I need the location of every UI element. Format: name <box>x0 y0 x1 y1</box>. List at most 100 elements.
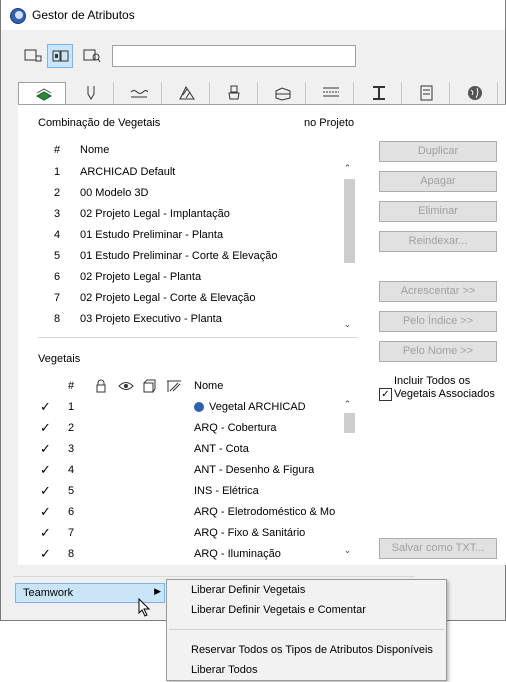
show-checkmark-icon[interactable]: ✓ <box>40 420 51 436</box>
row-number: 6 <box>68 506 75 518</box>
attribute-manager-window: Gestor de Atributos Combinação de Vegeta… <box>0 0 506 621</box>
append-button[interactable]: Acrescentar >> <box>379 281 497 302</box>
row-name: 02 Projeto Legal - Implantação <box>80 208 230 220</box>
list-item[interactable]: 2 00 Modelo 3D <box>38 184 342 205</box>
row-name: 01 Estudo Preliminar - Planta <box>80 229 224 241</box>
scroll-up-arrow[interactable]: ⌃ <box>342 399 353 410</box>
menu-item-release-layers[interactable]: Liberar Definir Vegetais <box>191 584 305 596</box>
duplicate-button[interactable]: Duplicar <box>379 141 497 162</box>
table-row[interactable]: ✓ 6 ARQ - Eletrodoméstico & Mo <box>38 503 342 524</box>
document-icon <box>420 85 433 101</box>
table-row[interactable]: ✓ 7 ARQ - Fixo & Sanitário <box>38 524 342 545</box>
row-number: 7 <box>68 527 75 539</box>
mouse-cursor-icon <box>138 598 151 617</box>
list-item[interactable]: 4 01 Estudo Preliminar - Planta <box>38 226 342 247</box>
show-checkmark-icon[interactable]: ✓ <box>40 504 51 520</box>
tab-layers[interactable] <box>18 82 66 105</box>
dual-list-view-button[interactable] <box>47 44 73 68</box>
table-row[interactable]: ✓ 1 Vegetal ARCHICAD <box>38 398 342 419</box>
list-item[interactable]: 3 02 Projeto Legal - Implantação <box>38 205 342 226</box>
column-header-number: # <box>54 144 61 156</box>
list-item[interactable]: 6 02 Projeto Legal - Planta <box>38 268 342 289</box>
single-list-view-icon <box>24 49 42 62</box>
single-list-view-button[interactable] <box>20 44 46 68</box>
tab-surfaces[interactable] <box>210 82 258 104</box>
list-item[interactable]: 7 02 Projeto Legal - Corte & Elevação <box>38 289 342 310</box>
show-checkmark-icon[interactable]: ✓ <box>40 441 51 457</box>
show-checkmark-icon[interactable]: ✓ <box>40 483 51 499</box>
tab-building-materials[interactable] <box>258 82 306 104</box>
delete-button[interactable]: Apagar <box>379 171 497 192</box>
tab-composites[interactable] <box>306 82 354 104</box>
show-checkmark-icon[interactable]: ✓ <box>40 399 51 415</box>
combinations-list[interactable]: # Nome 1 ARCHICAD Default 2 00 Modelo 3D 3 02… <box>38 139 358 335</box>
row-number: 2 <box>54 187 61 199</box>
row-name: Vegetal ARCHICAD <box>209 401 306 413</box>
material-icon <box>228 85 240 100</box>
details-view-icon <box>83 49 101 63</box>
row-number: 6 <box>54 271 61 283</box>
tab-locations[interactable] <box>450 82 498 104</box>
tab-pens[interactable] <box>66 82 114 104</box>
tab-fills[interactable] <box>162 82 210 104</box>
by-name-button[interactable]: Pelo Nome >> <box>379 341 497 362</box>
row-number: 3 <box>54 208 61 220</box>
reindex-button[interactable]: Reindexar... <box>379 231 497 252</box>
layers-list[interactable]: # Nome ✓ 1 Vegetal ARCHICAD ✓ 2 ARQ - Cobertu… <box>38 377 358 563</box>
details-view-button[interactable] <box>79 44 105 68</box>
show-checkmark-icon[interactable]: ✓ <box>40 546 51 562</box>
by-index-button[interactable]: Pelo Índice >> <box>379 311 497 332</box>
list-item[interactable]: 8 03 Projeto Executivo - Planta <box>38 310 342 331</box>
tab-markups[interactable] <box>402 82 450 104</box>
archicad-layer-icon <box>194 402 204 412</box>
table-row[interactable]: ✓ 8 ARQ - Iluminação <box>38 545 342 566</box>
row-name: ARQ - Iluminação <box>194 548 281 560</box>
column-header-name: Nome <box>194 380 224 392</box>
menu-item-reserve-all[interactable]: Reservar Todos os Tipos de Atributos Dis… <box>191 644 433 656</box>
building-material-icon <box>275 87 291 101</box>
row-number: 4 <box>54 229 61 241</box>
chevron-right-icon: ▶ <box>154 586 161 596</box>
row-name: 02 Projeto Legal - Planta <box>80 271 202 283</box>
scrollbar-thumb[interactable] <box>344 179 355 263</box>
eliminate-button[interactable]: Eliminar <box>379 201 497 222</box>
scroll-down-arrow[interactable]: ⌄ <box>342 319 353 330</box>
column-header-number: # <box>68 380 75 392</box>
row-number: 5 <box>68 485 75 497</box>
table-row[interactable]: ✓ 3 ANT - Cota <box>38 440 342 461</box>
include-associated-checkbox[interactable]: ✓ <box>379 388 392 401</box>
include-associated-label-line2: Vegetais Associados <box>394 388 495 400</box>
lock-icon <box>96 379 106 393</box>
teamwork-label: Teamwork <box>23 587 74 599</box>
menu-item-release-all[interactable]: Liberar Todos <box>191 664 257 676</box>
combinations-label: Combinação de Vegetais <box>38 117 161 129</box>
divider <box>38 337 358 338</box>
row-name: 00 Modelo 3D <box>80 187 149 199</box>
tab-line-types[interactable] <box>114 82 162 104</box>
scrollbar-thumb[interactable] <box>344 413 355 433</box>
scroll-down-arrow[interactable]: ⌄ <box>342 545 353 556</box>
row-number: 8 <box>68 548 75 560</box>
line-type-icon <box>130 90 148 98</box>
table-row[interactable]: ✓ 5 INS - Elétrica <box>38 482 342 503</box>
list-item[interactable]: 5 01 Estudo Preliminar - Corte & Elevação <box>38 247 342 268</box>
teamwork-context-menu: Liberar Definir Vegetais Liberar Definir… <box>166 579 447 681</box>
row-name: 02 Projeto Legal - Corte & Elevação <box>80 292 256 304</box>
row-name: 03 Projeto Executivo - Planta <box>80 313 222 325</box>
tab-profiles[interactable] <box>354 82 402 104</box>
globe-icon <box>468 86 482 100</box>
show-checkmark-icon[interactable]: ✓ <box>40 525 51 541</box>
search-input[interactable] <box>112 45 356 67</box>
vegetation-icon <box>35 88 53 101</box>
table-row[interactable]: ✓ 2 ARQ - Cobertura <box>38 419 342 440</box>
scroll-up-arrow[interactable]: ⌃ <box>342 163 353 174</box>
save-as-txt-button[interactable]: Salvar como TXT... <box>379 538 497 559</box>
title-bar: Gestor de Atributos <box>1 0 505 30</box>
show-checkmark-icon[interactable]: ✓ <box>40 462 51 478</box>
wireframe-icon <box>143 379 156 393</box>
window-title: Gestor de Atributos <box>32 8 135 22</box>
menu-item-release-layers-comment[interactable]: Liberar Definir Vegetais e Comentar <box>191 604 366 616</box>
table-row[interactable]: ✓ 4 ANT - Desenho & Figura <box>38 461 342 482</box>
list-item[interactable]: 1 ARCHICAD Default <box>38 163 342 184</box>
row-number: 2 <box>68 422 75 434</box>
